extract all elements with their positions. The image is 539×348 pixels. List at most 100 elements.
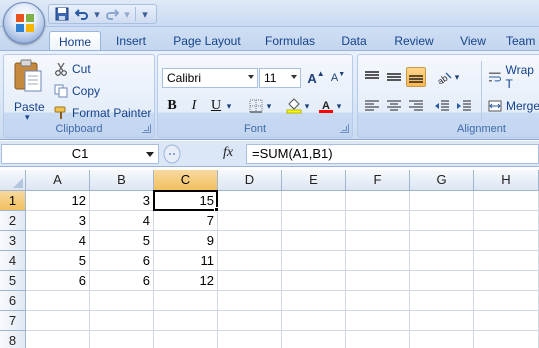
row-header-1[interactable]: 1 xyxy=(0,191,26,211)
cut-button[interactable]: Cut xyxy=(54,59,91,79)
font-color-button[interactable]: A xyxy=(316,96,336,116)
cell-d8[interactable] xyxy=(218,331,282,348)
cell-f4[interactable] xyxy=(346,251,410,271)
insert-function-button[interactable]: fx xyxy=(223,145,233,161)
row-header-6[interactable]: 6 xyxy=(0,291,26,311)
cell-a3[interactable]: 4 xyxy=(26,231,90,251)
row-header-7[interactable]: 7 xyxy=(0,311,26,331)
cell-a2[interactable]: 3 xyxy=(26,211,90,231)
fill-handle[interactable] xyxy=(214,207,219,212)
cell-b4[interactable]: 6 xyxy=(90,251,154,271)
cell-e2[interactable] xyxy=(282,211,346,231)
format-painter-button[interactable]: Format Painter xyxy=(54,103,151,123)
cell-b2[interactable]: 4 xyxy=(90,211,154,231)
tab-view[interactable]: View xyxy=(453,31,493,51)
cell-e1[interactable] xyxy=(282,191,346,211)
cell-e8[interactable] xyxy=(282,331,346,348)
row-header-2[interactable]: 2 xyxy=(0,211,26,231)
column-header-c[interactable]: C xyxy=(154,170,218,191)
wrap-text-button[interactable]: Wrap T xyxy=(488,63,539,91)
cell-h4[interactable] xyxy=(474,251,539,271)
cell-b5[interactable]: 6 xyxy=(90,271,154,291)
cell-b6[interactable] xyxy=(90,291,154,311)
cell-f7[interactable] xyxy=(346,311,410,331)
redo-icon[interactable] xyxy=(103,5,121,23)
fill-color-dropdown-icon[interactable]: ▾ xyxy=(302,96,312,116)
font-launcher-icon[interactable] xyxy=(340,124,349,133)
fill-color-button[interactable] xyxy=(284,96,304,116)
column-header-g[interactable]: G xyxy=(410,170,474,191)
font-name-select[interactable]: Calibri xyxy=(162,68,258,88)
cell-d1[interactable] xyxy=(218,191,282,211)
cell-d4[interactable] xyxy=(218,251,282,271)
cell-g2[interactable] xyxy=(410,211,474,231)
grow-font-button[interactable]: A ▲ xyxy=(306,68,326,88)
cell-h7[interactable] xyxy=(474,311,539,331)
align-bottom-button[interactable] xyxy=(406,67,426,87)
cell-e4[interactable] xyxy=(282,251,346,271)
cell-c8[interactable] xyxy=(154,331,218,348)
borders-button[interactable] xyxy=(246,96,266,116)
column-header-a[interactable]: A xyxy=(26,170,90,191)
cell-d3[interactable] xyxy=(218,231,282,251)
cell-f8[interactable] xyxy=(346,331,410,348)
cell-e5[interactable] xyxy=(282,271,346,291)
align-top-button[interactable] xyxy=(362,67,382,87)
cell-c5[interactable]: 12 xyxy=(154,271,218,291)
cell-h3[interactable] xyxy=(474,231,539,251)
cell-b7[interactable] xyxy=(90,311,154,331)
cell-g8[interactable] xyxy=(410,331,474,348)
underline-dropdown-icon[interactable]: ▾ xyxy=(224,96,234,116)
cell-a7[interactable] xyxy=(26,311,90,331)
cell-f6[interactable] xyxy=(346,291,410,311)
italic-button[interactable]: I xyxy=(184,96,204,116)
cell-h5[interactable] xyxy=(474,271,539,291)
cell-f1[interactable] xyxy=(346,191,410,211)
merge-center-button[interactable]: Merge xyxy=(488,96,539,116)
align-right-button[interactable] xyxy=(406,96,426,116)
cell-c2[interactable]: 7 xyxy=(154,211,218,231)
cell-c4[interactable]: 11 xyxy=(154,251,218,271)
column-header-b[interactable]: B xyxy=(90,170,154,191)
cell-d7[interactable] xyxy=(218,311,282,331)
cell-d6[interactable] xyxy=(218,291,282,311)
cell-g6[interactable] xyxy=(410,291,474,311)
undo-dropdown-icon[interactable]: ▾ xyxy=(93,5,101,23)
underline-button[interactable]: U xyxy=(206,96,226,116)
tab-insert[interactable]: Insert xyxy=(108,31,154,51)
copy-button[interactable]: Copy xyxy=(54,81,100,101)
cell-g1[interactable] xyxy=(410,191,474,211)
cell-a1[interactable]: 12 xyxy=(26,191,90,211)
name-box[interactable]: C1 xyxy=(1,144,159,164)
column-header-e[interactable]: E xyxy=(282,170,346,191)
column-header-f[interactable]: F xyxy=(346,170,410,191)
decrease-indent-button[interactable] xyxy=(432,96,452,116)
clipboard-launcher-icon[interactable] xyxy=(142,124,151,133)
orientation-button[interactable]: ab xyxy=(434,67,454,87)
column-header-h[interactable]: H xyxy=(474,170,539,191)
office-button[interactable] xyxy=(3,2,45,44)
tab-team[interactable]: Team xyxy=(506,31,539,51)
cell-a5[interactable]: 6 xyxy=(26,271,90,291)
borders-dropdown-icon[interactable]: ▾ xyxy=(264,96,274,116)
orientation-dropdown-icon[interactable]: ▾ xyxy=(452,67,462,87)
column-header-d[interactable]: D xyxy=(218,170,282,191)
cell-b1[interactable]: 3 xyxy=(90,191,154,211)
font-size-select[interactable]: 11 xyxy=(259,68,301,88)
cell-a8[interactable] xyxy=(26,331,90,348)
bold-button[interactable]: B xyxy=(162,96,182,116)
cell-e6[interactable] xyxy=(282,291,346,311)
cell-b3[interactable]: 5 xyxy=(90,231,154,251)
cell-h6[interactable] xyxy=(474,291,539,311)
cell-f5[interactable] xyxy=(346,271,410,291)
tab-review[interactable]: Review xyxy=(388,31,440,51)
cell-h8[interactable] xyxy=(474,331,539,348)
cell-e7[interactable] xyxy=(282,311,346,331)
customize-qat-icon[interactable]: ▾ xyxy=(140,5,150,23)
row-header-5[interactable]: 5 xyxy=(0,271,26,291)
cell-c6[interactable] xyxy=(154,291,218,311)
redo-dropdown-icon[interactable]: ▾ xyxy=(123,5,131,23)
tab-home[interactable]: Home xyxy=(49,31,101,51)
undo-icon[interactable] xyxy=(73,5,91,23)
tab-formulas[interactable]: Formulas xyxy=(259,31,321,51)
